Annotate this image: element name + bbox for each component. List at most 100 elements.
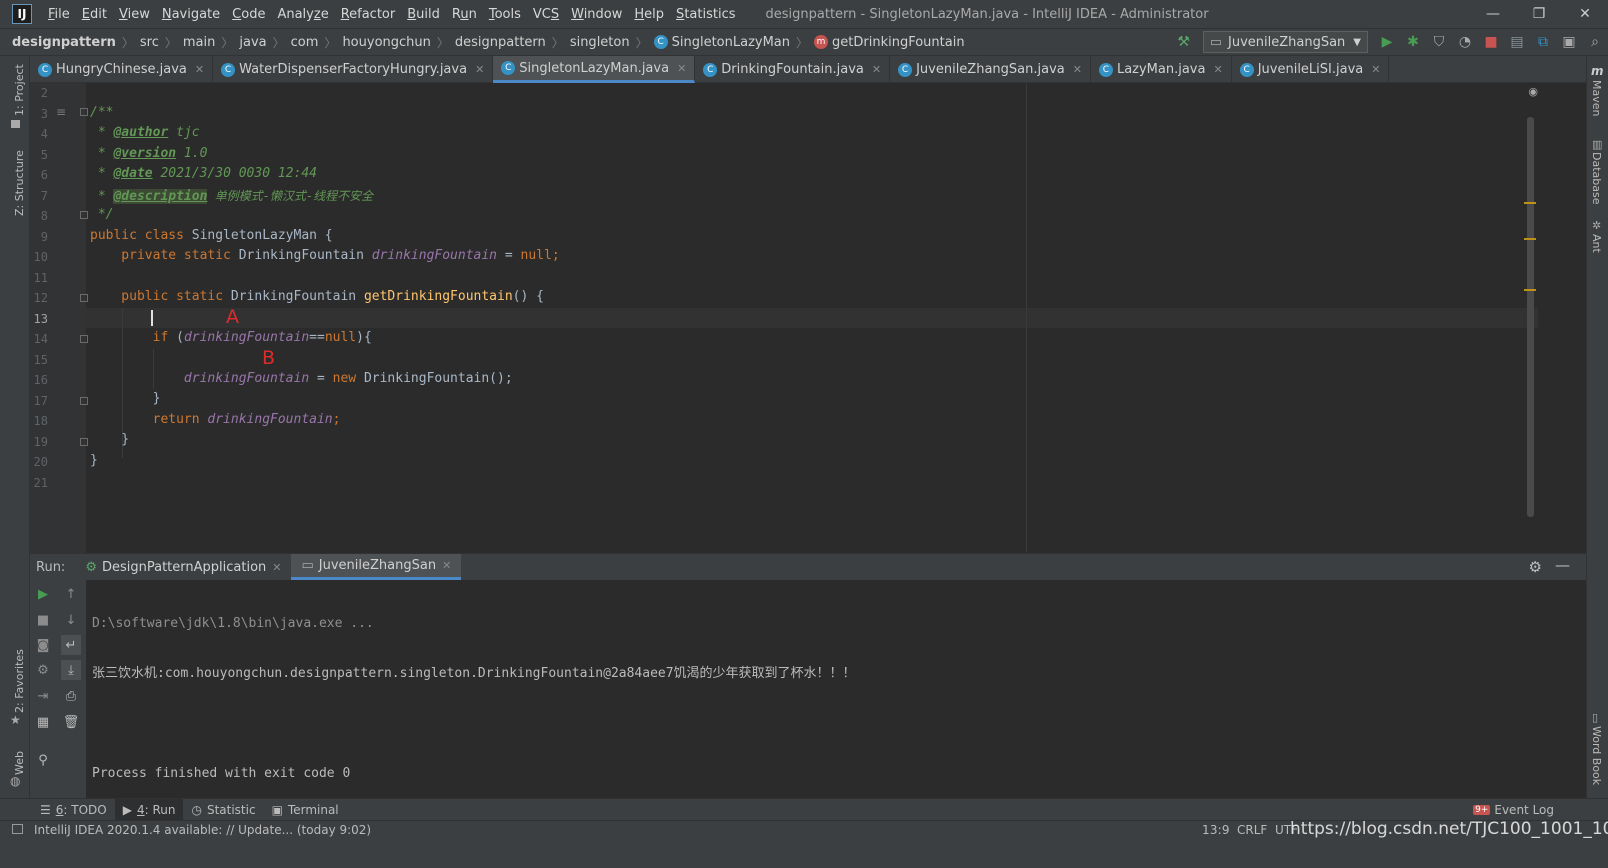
project-tool-button[interactable]: 1: Project <box>13 64 26 116</box>
editor-tab[interactable]: C SingletonLazyMan.java ✕ <box>493 56 696 83</box>
menu-item[interactable]: Tools <box>483 7 527 22</box>
favorites-tool-button[interactable]: 2: Favorites <box>13 649 26 713</box>
close-tab-icon[interactable]: ✕ <box>1213 63 1222 76</box>
breadcrumb-item[interactable]: src <box>140 35 159 50</box>
run-configuration-select[interactable]: ▭ JuvenileZhangSan ▼ <box>1202 31 1368 53</box>
breadcrumb-item[interactable]: singleton <box>570 35 630 50</box>
close-tab-icon[interactable]: ✕ <box>272 561 281 574</box>
close-tab-icon[interactable]: ✕ <box>1073 63 1082 76</box>
search-icon[interactable]: ⌕ <box>1582 31 1608 53</box>
camera-icon[interactable]: ◙ <box>33 635 53 655</box>
structure-tool-button[interactable]: Z: Structure <box>13 150 26 216</box>
web-tool-button[interactable]: Web <box>13 751 26 775</box>
pin-icon[interactable]: ⚲ <box>33 750 53 770</box>
fold-marker-icon[interactable] <box>80 294 88 302</box>
close-tab-icon[interactable]: ✕ <box>1371 63 1380 76</box>
menu-item[interactable]: Code <box>226 7 271 22</box>
event-log-button[interactable]: 9+ Event Log <box>1465 799 1562 821</box>
fold-marker-icon[interactable] <box>80 397 88 405</box>
bottom-tool-button[interactable]: ▶ 4: Run <box>114 798 184 821</box>
menu-item[interactable]: Run <box>446 7 483 22</box>
editor-tab[interactable]: C JuvenileLiSI.java ✕ <box>1232 56 1390 83</box>
editor-tab[interactable]: C HungryChinese.java ✕ <box>30 56 214 83</box>
settings-icon[interactable]: ⚙ <box>33 660 53 680</box>
coverage-shield-icon[interactable]: ⛉ <box>1426 31 1452 53</box>
menu-item[interactable]: Build <box>401 7 446 22</box>
soft-wrap-icon[interactable]: ↵ <box>61 635 81 655</box>
translate-icon[interactable]: ⧉ <box>1530 31 1556 53</box>
panel-toggle-icon[interactable] <box>12 824 23 834</box>
stop-icon[interactable]: ■ <box>1478 31 1504 53</box>
console-output[interactable]: D:\software\jdk\1.8\bin\java.exe ... 张三饮… <box>92 584 856 814</box>
close-tab-icon[interactable]: ✕ <box>442 559 451 572</box>
close-window-button[interactable]: ✕ <box>1562 0 1608 28</box>
minimize-button[interactable]: — <box>1470 0 1516 28</box>
scroll-to-end-icon[interactable]: ⤓ <box>61 660 81 680</box>
stop-icon[interactable]: ■ <box>33 610 53 630</box>
fold-marker-icon[interactable] <box>80 438 88 446</box>
breadcrumb-item[interactable]: main <box>183 35 215 50</box>
bottom-tool-button[interactable]: ▣ Terminal <box>264 799 347 821</box>
editor-tab[interactable]: C JuvenileZhangSan.java ✕ <box>890 56 1091 83</box>
maven-tool-button[interactable]: Maven <box>1590 80 1603 116</box>
presentation-icon[interactable]: ▣ <box>1556 31 1582 53</box>
ant-tool-button[interactable]: Ant <box>1590 234 1603 253</box>
exit-icon[interactable]: ⇥ <box>33 686 53 706</box>
gear-icon[interactable]: ⚙ <box>1529 558 1542 576</box>
menu-item[interactable]: Window <box>565 7 628 22</box>
close-tab-icon[interactable]: ✕ <box>195 63 204 76</box>
menu-item[interactable]: View <box>113 7 156 22</box>
menu-item[interactable]: Refactor <box>335 7 402 22</box>
menu-item[interactable]: Edit <box>76 7 113 22</box>
down-arrow-icon[interactable]: ↓ <box>61 610 81 630</box>
run-tab[interactable]: ⚙ DesignPatternApplication ✕ <box>75 554 291 580</box>
breadcrumb-method[interactable]: getDrinkingFountain <box>832 35 965 50</box>
trash-icon[interactable]: 🗑 <box>61 712 81 732</box>
editor-tab[interactable]: C WaterDispenserFactoryHungry.java ✕ <box>213 56 494 83</box>
warning-marker[interactable] <box>1524 238 1536 240</box>
update-message[interactable]: IntelliJ IDEA 2020.1.4 available: // Upd… <box>34 823 371 837</box>
code-editor[interactable]: 2 3 4 5 6 7 8 9 10 11 12 13 14 15 16 17 18 19 20 21 ≡ /** *… <box>30 83 1538 553</box>
close-tab-icon[interactable]: ✕ <box>872 63 881 76</box>
project-structure-icon[interactable]: ▤ <box>1504 31 1530 53</box>
build-hammer-icon[interactable]: ⚒ <box>1171 31 1197 53</box>
breadcrumb-item[interactable]: com <box>291 35 319 50</box>
up-arrow-icon[interactable]: ↑ <box>61 584 81 604</box>
menu-item[interactable]: Help <box>628 7 670 22</box>
run-tab[interactable]: ▭ JuvenileZhangSan ✕ <box>291 554 462 580</box>
database-tool-button[interactable]: Database <box>1590 152 1603 205</box>
bottom-tool-button[interactable]: ◷ Statistic <box>183 799 263 821</box>
fold-marker-icon[interactable] <box>80 335 88 343</box>
minimize-panel-icon[interactable]: — <box>1555 556 1570 574</box>
wordbook-tool-button[interactable]: Word Book <box>1590 726 1603 785</box>
warning-marker[interactable] <box>1524 289 1536 291</box>
caret-position[interactable]: 13:9 <box>1202 823 1230 837</box>
menu-item[interactable]: VCS <box>527 7 565 22</box>
print-icon[interactable]: ⎙ <box>61 686 81 706</box>
rerun-icon[interactable]: ▶ <box>33 584 53 604</box>
editor-scrollbar[interactable] <box>1527 117 1534 517</box>
restore-button[interactable]: ❐ <box>1516 0 1562 28</box>
debug-bug-icon[interactable]: ✱ <box>1400 31 1426 53</box>
line-separator[interactable]: CRLF <box>1237 823 1267 837</box>
menu-item[interactable]: Navigate <box>156 7 226 22</box>
fold-marker-icon[interactable] <box>80 108 88 116</box>
editor-tab[interactable]: C LazyMan.java ✕ <box>1091 56 1232 83</box>
breadcrumb-item[interactable]: houyongchun <box>342 35 430 50</box>
editor-tab[interactable]: C DrinkingFountain.java ✕ <box>695 56 891 83</box>
profile-icon[interactable]: ◔ <box>1452 31 1478 53</box>
breadcrumb-item[interactable]: designpattern <box>455 35 546 50</box>
close-tab-icon[interactable]: ✕ <box>677 62 686 75</box>
fold-marker-icon[interactable] <box>80 211 88 219</box>
warning-marker[interactable] <box>1524 202 1536 204</box>
menu-item[interactable]: Statistics <box>670 7 741 22</box>
breadcrumb-class[interactable]: SingletonLazyMan <box>672 35 790 50</box>
breadcrumb-item[interactable]: java <box>239 35 266 50</box>
run-play-icon[interactable]: ▶ <box>1374 31 1400 53</box>
layout-icon[interactable]: ▦ <box>33 712 53 732</box>
menu-item[interactable]: File <box>42 7 76 22</box>
close-tab-icon[interactable]: ✕ <box>475 63 484 76</box>
bottom-tool-button[interactable]: ☰ 6: TODO <box>32 799 115 821</box>
menu-item[interactable]: Analyze <box>271 7 334 22</box>
breadcrumb-project[interactable]: designpattern <box>12 35 116 50</box>
